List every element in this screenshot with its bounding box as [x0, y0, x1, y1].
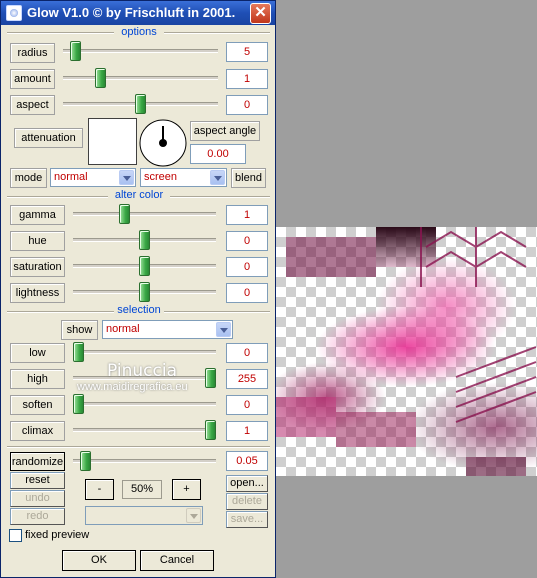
amount-slider-track[interactable] — [63, 76, 218, 80]
save-button[interactable]: save... — [226, 511, 268, 528]
lightness-slider-thumb[interactable] — [139, 282, 150, 302]
glow-dialog: Glow V1.0 © by Frischluft in 2001. ✕ opt… — [0, 0, 276, 578]
aspect-angle-value[interactable]: 0.00 — [190, 144, 246, 164]
aspect-angle-dial[interactable] — [138, 118, 188, 168]
randomize-slider-thumb[interactable] — [80, 451, 91, 471]
chevron-down-icon[interactable] — [119, 170, 134, 185]
soften-label: soften — [10, 395, 65, 415]
climax-label: climax — [10, 421, 65, 441]
saturation-label: saturation — [10, 257, 65, 277]
zoom-in-button[interactable]: + — [172, 479, 201, 500]
gamma-label: gamma — [10, 205, 65, 225]
blend-label: blend — [231, 168, 266, 188]
app-icon — [6, 5, 22, 21]
preset-select[interactable] — [85, 506, 203, 525]
controls-divider — [7, 446, 270, 448]
low-value[interactable]: 0 — [226, 343, 268, 363]
watermark-name: Pinuccia — [107, 361, 177, 381]
aspect-slider-thumb[interactable] — [135, 94, 146, 114]
high-label: high — [10, 369, 65, 389]
chevron-down-icon[interactable] — [210, 170, 225, 185]
hue-slider-thumb[interactable] — [139, 230, 150, 250]
fixed-preview-label: fixed preview — [25, 529, 90, 541]
options-heading: options — [114, 26, 164, 38]
close-icon: ✕ — [254, 4, 267, 21]
delete-button[interactable]: delete — [226, 493, 268, 510]
mode-select[interactable]: normal — [50, 168, 136, 187]
climax-value[interactable]: 1 — [226, 421, 268, 441]
aspect-value[interactable]: 0 — [226, 95, 268, 115]
zoom-level: 50% — [122, 480, 162, 499]
mode-select-value: normal — [54, 171, 88, 183]
climax-slider-track[interactable] — [73, 428, 216, 432]
saturation-slider-thumb[interactable] — [139, 256, 150, 276]
preview-lines — [420, 227, 537, 423]
chevron-down-icon[interactable] — [216, 322, 231, 337]
show-label: show — [61, 320, 98, 340]
title-bar: Glow V1.0 © by Frischluft in 2001. — [1, 1, 275, 25]
selection-heading: selection — [114, 304, 164, 316]
hue-value[interactable]: 0 — [226, 231, 268, 251]
low-slider-track[interactable] — [73, 350, 216, 354]
radius-label: radius — [10, 43, 55, 63]
climax-slider-thumb[interactable] — [205, 420, 216, 440]
radius-slider-thumb[interactable] — [70, 41, 81, 61]
gamma-value[interactable]: 1 — [226, 205, 268, 225]
effect-preview — [276, 227, 537, 476]
randomize-value[interactable]: 0.05 — [226, 451, 268, 471]
aspect-angle-label: aspect angle — [190, 121, 260, 141]
amount-slider-thumb[interactable] — [95, 68, 106, 88]
blend-select[interactable]: screen — [140, 168, 227, 187]
attenuation-curve-box[interactable] — [88, 118, 137, 165]
show-select[interactable]: normal — [102, 320, 233, 339]
high-value[interactable]: 255 — [226, 369, 268, 389]
saturation-value[interactable]: 0 — [226, 257, 268, 277]
low-slider-thumb[interactable] — [73, 342, 84, 362]
open-button[interactable]: open... — [226, 475, 268, 492]
undo-button[interactable]: undo — [10, 490, 65, 507]
soften-value[interactable]: 0 — [226, 395, 268, 415]
show-select-value: normal — [106, 323, 140, 335]
chevron-down-icon[interactable] — [186, 508, 201, 523]
high-slider-thumb[interactable] — [205, 368, 216, 388]
aspect-label: aspect — [10, 95, 55, 115]
attenuation-label: attenuation — [14, 128, 83, 148]
lightness-value[interactable]: 0 — [226, 283, 268, 303]
zoom-out-button[interactable]: - — [85, 479, 114, 500]
redo-button[interactable]: redo — [10, 508, 65, 525]
alter-color-heading: alter color — [108, 189, 170, 201]
reset-button[interactable]: reset — [10, 472, 65, 489]
ok-button[interactable]: OK — [62, 550, 136, 571]
watermark-url: www.maidiregrafica.eu — [77, 381, 188, 393]
lightness-label: lightness — [10, 283, 65, 303]
hue-label: hue — [10, 231, 65, 251]
blend-select-value: screen — [144, 171, 178, 183]
soften-slider-thumb[interactable] — [73, 394, 84, 414]
radius-slider-track[interactable] — [63, 49, 218, 53]
randomize-button[interactable]: randomize — [10, 452, 65, 471]
gamma-slider-thumb[interactable] — [119, 204, 130, 224]
gamma-slider-track[interactable] — [73, 212, 216, 216]
cancel-button[interactable]: Cancel — [140, 550, 214, 571]
fixed-preview-checkbox[interactable] — [9, 529, 22, 542]
soften-slider-track[interactable] — [73, 402, 216, 406]
close-button[interactable]: ✕ — [250, 3, 271, 24]
radius-value[interactable]: 5 — [226, 42, 268, 62]
amount-label: amount — [10, 69, 55, 89]
low-label: low — [10, 343, 65, 363]
amount-value[interactable]: 1 — [226, 69, 268, 89]
mode-label: mode — [10, 168, 47, 188]
randomize-slider-track[interactable] — [73, 459, 216, 463]
window-title: Glow V1.0 © by Frischluft in 2001. — [27, 5, 236, 20]
